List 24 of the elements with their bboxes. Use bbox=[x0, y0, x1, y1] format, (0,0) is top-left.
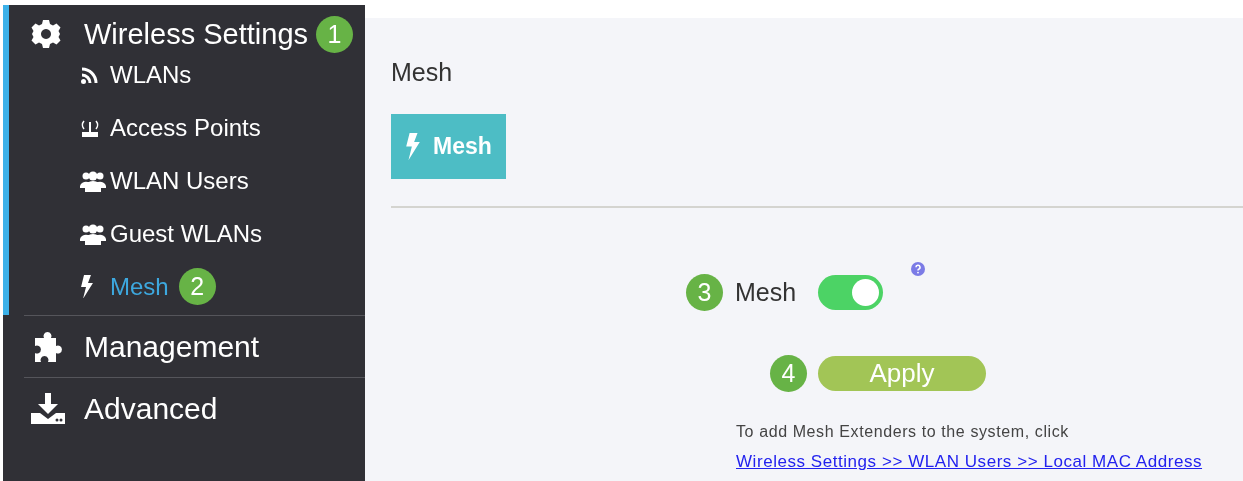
sidebar-heading[interactable]: Wireless Settings bbox=[84, 17, 308, 51]
sidebar-item[interactable]: WLANs bbox=[110, 60, 192, 89]
sidebar-heading[interactable]: Management bbox=[84, 329, 260, 364]
instruction-text: To add Mesh Extenders to the system, click bbox=[736, 423, 1070, 441]
callout-number: 4 bbox=[770, 355, 807, 392]
sidebar-item[interactable]: WLAN Users bbox=[110, 166, 249, 195]
download-tray-icon bbox=[30, 392, 66, 425]
help-icon[interactable] bbox=[911, 262, 926, 276]
callout-number: 3 bbox=[686, 274, 723, 311]
callout-number: 1 bbox=[316, 15, 353, 53]
sidebar-item[interactable]: Access Points bbox=[110, 113, 261, 142]
users-icon bbox=[80, 169, 106, 192]
toggle-switch[interactable] bbox=[818, 275, 884, 310]
lightning-bolt-icon bbox=[80, 274, 94, 299]
users-icon bbox=[80, 222, 106, 245]
sidebar-item[interactable]: Mesh bbox=[110, 272, 169, 301]
lightning-bolt-icon bbox=[405, 132, 421, 161]
mesh-label: Mesh bbox=[735, 278, 797, 307]
page-title: Mesh bbox=[391, 58, 454, 88]
gear-icon bbox=[30, 18, 62, 50]
callout-number: 2 bbox=[178, 268, 216, 305]
settings-link[interactable]: Wireless Settings >> WLAN Users >> Local MAC Address bbox=[736, 452, 1203, 472]
sidebar-heading[interactable]: Advanced bbox=[84, 391, 218, 426]
sidebar-item[interactable]: Guest WLANs bbox=[110, 219, 263, 248]
